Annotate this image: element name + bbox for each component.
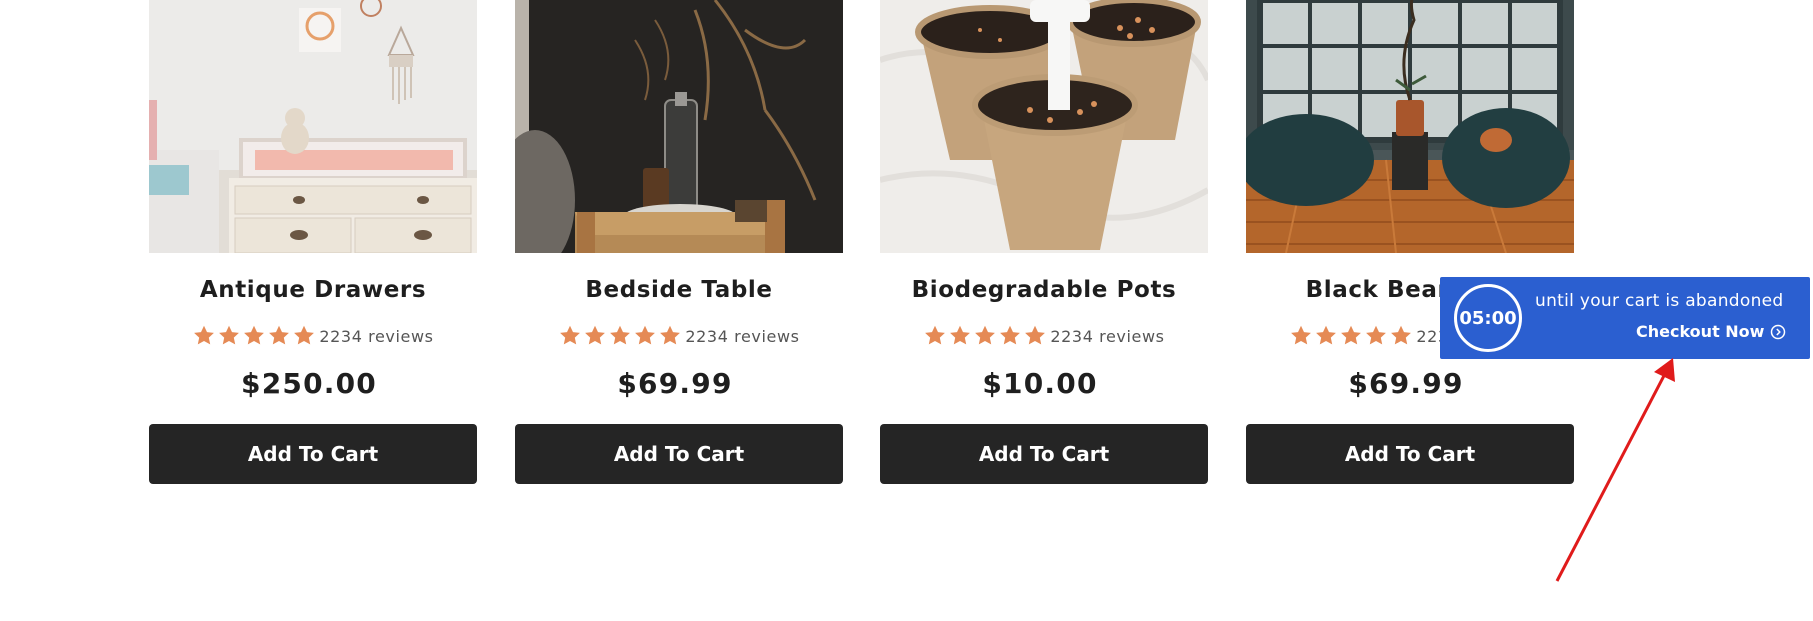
review-count: 2234 reviews xyxy=(319,326,434,346)
product-rating: 2234 reviews xyxy=(880,323,1208,349)
add-to-cart-button[interactable]: Add To Cart xyxy=(515,424,843,484)
star-icon xyxy=(923,324,947,348)
star-icon xyxy=(998,324,1022,348)
product-title[interactable]: Bedside Table xyxy=(515,275,843,305)
star-icon xyxy=(192,324,216,348)
star-icon xyxy=(1339,324,1363,348)
star-icon xyxy=(948,324,972,348)
product-card: Antique Drawers 2234 reviews $250.00 Add… xyxy=(149,0,477,484)
annotation-arrow xyxy=(1555,358,1675,582)
rating-stars xyxy=(192,324,316,348)
star-icon xyxy=(1314,324,1338,348)
product-card: Biodegradable Pots 2234 reviews $10.00 A… xyxy=(880,0,1208,484)
add-to-cart-button[interactable]: Add To Cart xyxy=(880,424,1208,484)
checkout-now-link[interactable]: Checkout Now xyxy=(1636,322,1786,341)
add-to-cart-button[interactable]: Add To Cart xyxy=(1246,424,1574,484)
star-icon xyxy=(633,324,657,348)
review-count: 2234 reviews xyxy=(1050,326,1165,346)
product-price: $69.99 xyxy=(617,367,733,400)
star-icon xyxy=(1289,324,1313,348)
star-icon xyxy=(608,324,632,348)
checkout-label: Checkout Now xyxy=(1636,322,1765,341)
star-icon xyxy=(558,324,582,348)
product-image[interactable] xyxy=(149,0,477,253)
product-price: $10.00 xyxy=(982,367,1098,400)
product-grid: Antique Drawers 2234 reviews $250.00 Add… xyxy=(149,0,1575,621)
star-icon xyxy=(267,324,291,348)
star-icon xyxy=(658,324,682,348)
product-price: $69.99 xyxy=(1348,367,1464,400)
product-rating: 2234 reviews xyxy=(515,323,843,349)
countdown-value: 05:00 xyxy=(1459,307,1517,329)
star-icon xyxy=(1023,324,1047,348)
product-title[interactable]: Biodegradable Pots xyxy=(880,275,1208,305)
product-card: Black Bean Bag 2234 reviews $69.99 Add T… xyxy=(1246,0,1574,484)
rating-stars xyxy=(558,324,682,348)
star-icon xyxy=(292,324,316,348)
countdown-timer: 05:00 xyxy=(1454,284,1522,352)
product-card: Bedside Table 2234 reviews $69.99 Add To… xyxy=(515,0,843,484)
star-icon xyxy=(242,324,266,348)
star-icon xyxy=(973,324,997,348)
product-title[interactable]: Antique Drawers xyxy=(149,275,477,305)
star-icon xyxy=(583,324,607,348)
star-icon xyxy=(217,324,241,348)
product-rating: 2234 reviews xyxy=(149,323,477,349)
add-to-cart-button[interactable]: Add To Cart xyxy=(149,424,477,484)
rating-stars xyxy=(1289,324,1413,348)
star-icon xyxy=(1389,324,1413,348)
product-image[interactable] xyxy=(515,0,843,253)
rating-stars xyxy=(923,324,1047,348)
product-price: $250.00 xyxy=(241,367,377,400)
product-image[interactable] xyxy=(880,0,1208,253)
abandon-message: until your cart is abandoned xyxy=(1535,291,1784,311)
arrow-circle-right-icon xyxy=(1771,324,1786,339)
cart-timer-popup: 05:00 until your cart is abandoned Check… xyxy=(1440,277,1810,359)
star-icon xyxy=(1364,324,1388,348)
product-image[interactable] xyxy=(1246,0,1574,253)
review-count: 2234 reviews xyxy=(685,326,800,346)
timer-ring-gap xyxy=(1485,288,1495,294)
